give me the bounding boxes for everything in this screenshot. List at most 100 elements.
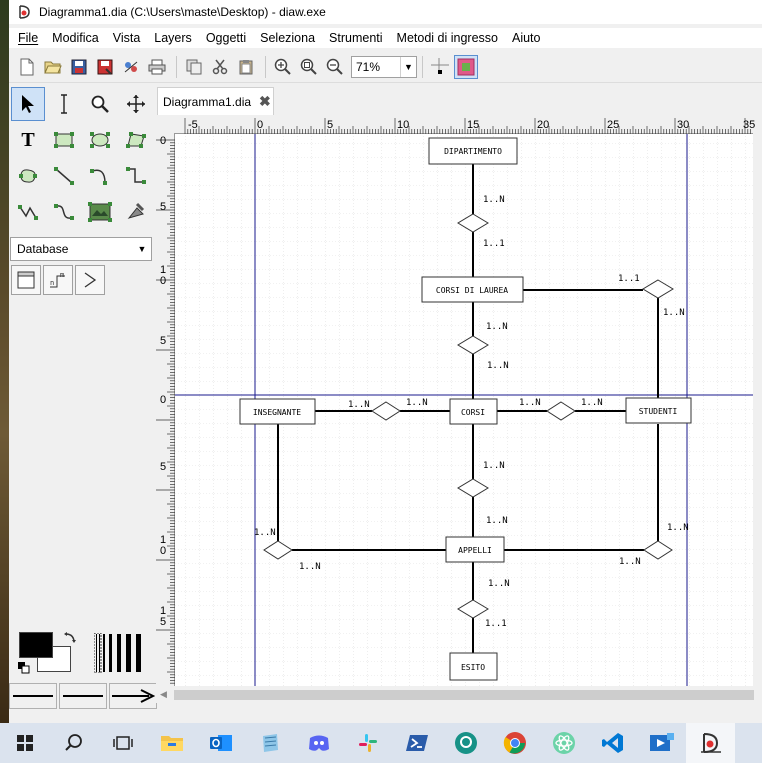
polyline-icon[interactable]: [11, 195, 45, 229]
snap-to-object-icon[interactable]: [454, 54, 478, 79]
tab-bar: Diagramma1.dia ✖: [155, 85, 762, 115]
cut-icon[interactable]: [208, 55, 232, 79]
horizontal-ruler[interactable]: -5 0 5 10 15 20 25 30 35: [175, 118, 755, 134]
task-view-icon[interactable]: [98, 723, 147, 763]
print-icon[interactable]: [145, 55, 169, 79]
line-style-selector[interactable]: [59, 683, 107, 709]
entity-esito[interactable]: ESITO: [449, 652, 498, 681]
menu-oggetti[interactable]: Oggetti: [199, 31, 253, 45]
vertical-ruler[interactable]: 0 5 10 5 0 5 10 15: [156, 133, 175, 686]
line-width-selector[interactable]: [93, 632, 142, 674]
entity-corsi[interactable]: CORSI: [449, 398, 498, 425]
image-icon[interactable]: [83, 195, 117, 229]
open-icon[interactable]: [41, 55, 65, 79]
entity-corsi-di-laurea[interactable]: CORSI DI LAUREA: [421, 276, 524, 303]
atom-icon[interactable]: [539, 723, 588, 763]
entity-dipartimento[interactable]: DIPARTIMENTO: [428, 137, 518, 165]
zigzag-icon[interactable]: [119, 159, 153, 193]
cardinality-label: 1..1: [483, 239, 505, 249]
diagram-canvas[interactable]: DIPARTIMENTO CORSI DI LAUREA INSEGNANTE …: [175, 134, 753, 686]
close-icon[interactable]: ✖: [259, 93, 271, 110]
outlook-icon[interactable]: [196, 723, 245, 763]
vscode-icon[interactable]: [588, 723, 637, 763]
ellipse-icon[interactable]: [83, 123, 117, 157]
copy-icon[interactable]: [182, 55, 206, 79]
zoom-out-icon[interactable]: [323, 55, 347, 79]
chevron-down-icon[interactable]: ▼: [133, 244, 151, 254]
menu-metodi-ingresso[interactable]: Metodi di ingresso: [390, 31, 505, 45]
entity-label: CORSI: [461, 408, 485, 417]
box-icon[interactable]: [47, 123, 81, 157]
swap-colors-icon[interactable]: [63, 631, 77, 645]
end-arrow-selector[interactable]: [109, 683, 157, 709]
gitkraken-icon[interactable]: [441, 723, 490, 763]
paste-icon[interactable]: [234, 55, 258, 79]
chrome-icon[interactable]: [490, 723, 539, 763]
compound-icon[interactable]: [75, 265, 105, 295]
menu-seleziona[interactable]: Seleziona: [253, 31, 322, 45]
media-icon[interactable]: [637, 723, 686, 763]
cardinality-label: 1..N: [406, 398, 428, 408]
menu-file[interactable]: File: [9, 31, 45, 45]
save-as-icon[interactable]: [93, 55, 117, 79]
save-icon[interactable]: [67, 55, 91, 79]
polygon-icon[interactable]: [119, 123, 153, 157]
entity-label: INSEGNANTE: [253, 408, 301, 417]
file-explorer-icon[interactable]: [147, 723, 196, 763]
table-icon[interactable]: [11, 265, 41, 295]
zoom-in-icon[interactable]: [271, 55, 295, 79]
entity-studenti[interactable]: STUDENTI: [625, 397, 692, 424]
horizontal-scrollbar[interactable]: ◀: [156, 686, 754, 703]
slack-icon[interactable]: [343, 723, 392, 763]
reference-icon[interactable]: mn: [43, 265, 73, 295]
tab-diagramma1[interactable]: Diagramma1.dia ✖: [157, 87, 274, 115]
ruler-tick-label: 10: [160, 534, 167, 557]
chevron-down-icon[interactable]: ▼: [400, 56, 416, 77]
entity-insegnante[interactable]: INSEGNANTE: [239, 398, 316, 425]
sheet-selector[interactable]: Database ▼: [10, 237, 152, 261]
outline-icon[interactable]: [119, 195, 153, 229]
start-arrow-selector[interactable]: [9, 683, 57, 709]
export-icon[interactable]: [119, 55, 143, 79]
windows-start-icon[interactable]: [0, 723, 49, 763]
powershell-icon[interactable]: [392, 723, 441, 763]
scrollbar-thumb[interactable]: [174, 690, 754, 700]
entity-label: DIPARTIMENTO: [444, 147, 502, 156]
tab-label[interactable]: Diagramma1.dia: [163, 95, 251, 109]
notepad-icon[interactable]: [245, 723, 294, 763]
dia-icon[interactable]: [686, 723, 735, 763]
snap-to-grid-icon[interactable]: [428, 55, 452, 79]
menu-strumenti[interactable]: Strumenti: [322, 31, 390, 45]
bezier-icon[interactable]: [47, 195, 81, 229]
cardinality-label: 1..N: [581, 398, 603, 408]
pointer-icon[interactable]: [11, 87, 45, 121]
foreground-color[interactable]: [19, 632, 53, 658]
entity-appelli[interactable]: APPELLI: [445, 536, 505, 563]
menu-aiuto[interactable]: Aiuto: [505, 31, 548, 45]
move-icon[interactable]: [119, 87, 153, 121]
ruler-tick-label: -5: [188, 119, 198, 131]
magnify-icon[interactable]: [83, 87, 117, 121]
title-bar[interactable]: Diagramma1.dia (C:\Users\maste\Desktop) …: [9, 0, 762, 24]
color-selector[interactable]: [17, 629, 79, 675]
new-icon[interactable]: [15, 55, 39, 79]
toolbar-separator: [265, 55, 266, 78]
menu-vista[interactable]: Vista: [106, 31, 148, 45]
cardinality-label: 1..N: [486, 516, 508, 526]
menu-layers[interactable]: Layers: [147, 31, 199, 45]
zoom-value[interactable]: 71%: [352, 60, 400, 74]
line-icon[interactable]: [47, 159, 81, 193]
sheet-name[interactable]: Database: [11, 242, 133, 256]
text-cursor-icon[interactable]: [47, 87, 81, 121]
default-colors-icon[interactable]: [18, 662, 30, 674]
zoom-fit-icon[interactable]: [297, 55, 321, 79]
menu-modifica[interactable]: Modifica: [45, 31, 106, 45]
chevron-left-icon[interactable]: ◀: [160, 689, 167, 700]
text-tool-icon[interactable]: T: [11, 123, 45, 157]
arc-icon[interactable]: [83, 159, 117, 193]
discord-icon[interactable]: [294, 723, 343, 763]
search-icon[interactable]: [49, 723, 98, 763]
zoom-combo[interactable]: 71% ▼: [351, 55, 417, 78]
beziergon-icon[interactable]: [11, 159, 45, 193]
menu-bar: File Modifica Vista Layers Oggetti Selez…: [9, 28, 762, 48]
